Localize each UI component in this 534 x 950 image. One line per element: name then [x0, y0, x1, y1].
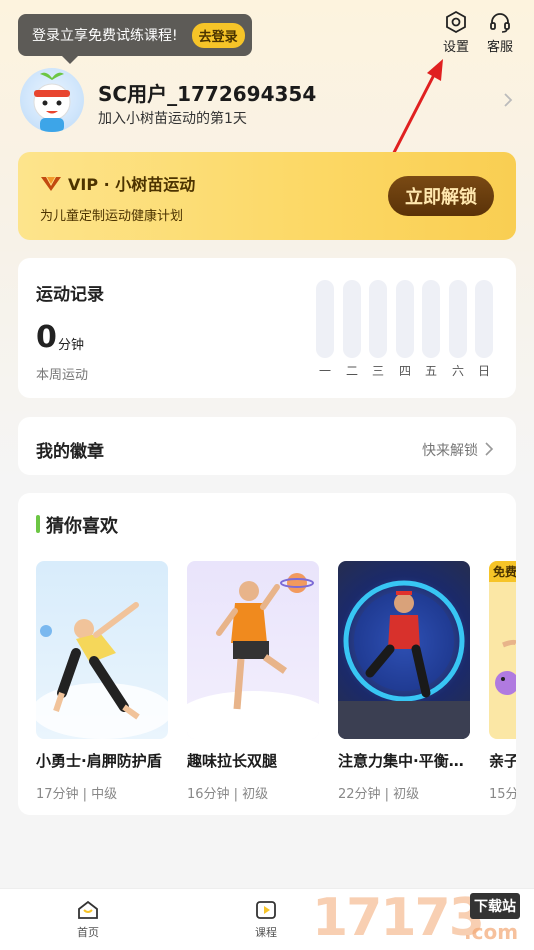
service-label: 客服	[486, 40, 513, 55]
course-illustration-icon	[338, 580, 470, 739]
watermark-digits: 17173	[312, 888, 485, 948]
day-bar	[475, 280, 493, 358]
go-login-button[interactable]: 去登录	[191, 22, 245, 48]
settings-button[interactable]: 设置	[434, 10, 478, 55]
course-meta: 22分钟 | 初级	[338, 787, 420, 802]
nav-course[interactable]: 课程	[236, 898, 296, 940]
course-illustration-icon	[187, 573, 319, 739]
day-bar	[449, 280, 467, 358]
course-illustration-icon	[36, 602, 168, 739]
record-subtitle: 本周运动	[36, 368, 89, 383]
badges-title: 我的徽章	[36, 442, 104, 462]
day-label: 一	[318, 364, 331, 378]
nav-course-label: 课程	[255, 926, 277, 939]
avatar-mascot-icon	[33, 72, 71, 132]
watermark-site: 下载站	[470, 893, 520, 919]
watermark-domain: .com	[464, 920, 519, 944]
free-tag: 免费	[489, 561, 516, 582]
badges-unlock-link[interactable]: 快来解锁	[422, 440, 478, 460]
course-name[interactable]: 小勇士·肩胛防护盾	[36, 750, 176, 771]
play-icon	[256, 901, 276, 919]
course-name[interactable]: 趣味拉长双腿	[187, 750, 327, 771]
section-accent-bar	[36, 515, 40, 533]
join-days: 加入小树苗运动的第1天	[98, 111, 247, 127]
record-unit: 分钟	[58, 338, 85, 353]
day-bar	[343, 280, 361, 358]
record-title: 运动记录	[36, 285, 104, 305]
course-meta: 16分钟 | 初级	[187, 787, 269, 802]
record-minutes: 0	[36, 320, 57, 355]
vip-title-text: VIP · 小树苗运动	[68, 175, 196, 194]
headset-icon	[490, 13, 510, 33]
username: SC用户_1772694354	[98, 82, 317, 106]
unlock-button[interactable]: 立即解锁	[388, 176, 494, 216]
profile-chevron-right-icon[interactable]	[502, 92, 514, 108]
day-label: 四	[398, 364, 411, 378]
day-bar	[422, 280, 440, 358]
day-bar	[316, 280, 334, 358]
day-label: 六	[451, 364, 464, 378]
avatar[interactable]	[20, 68, 84, 132]
course-meta: 17分钟 | 中级	[36, 787, 118, 802]
badges-chevron-right-icon[interactable]	[484, 441, 494, 457]
home-icon	[78, 900, 98, 919]
day-bar	[369, 280, 387, 358]
day-bar	[396, 280, 414, 358]
service-button[interactable]: 客服	[478, 10, 522, 55]
day-label: 日	[477, 364, 490, 378]
vip-subtitle: 为儿童定制运动健康计划	[40, 209, 184, 224]
day-label: 五	[424, 364, 437, 378]
course-illustration-icon	[495, 639, 516, 695]
course-meta: 15分	[489, 787, 516, 802]
recommend-title: 猜你喜欢	[46, 516, 118, 537]
vip-crown-icon	[41, 177, 61, 191]
day-label: 三	[371, 364, 384, 378]
course-name[interactable]: 亲子	[489, 750, 516, 771]
settings-label: 设置	[442, 40, 469, 55]
vip-title: VIP · 小树苗运动	[40, 171, 195, 195]
nav-home-label: 首页	[77, 926, 99, 939]
badges-link-text: 快来解锁	[422, 443, 478, 459]
course-thumbnail[interactable]	[36, 561, 168, 739]
day-label: 二	[345, 364, 358, 378]
course-thumbnail[interactable]	[338, 561, 470, 739]
login-tooltip[interactable]: 登录立享免费试练课程! 去登录	[18, 14, 252, 64]
course-thumbnail[interactable]	[187, 561, 319, 739]
course-thumbnail[interactable]: 免费	[489, 561, 516, 739]
nav-home[interactable]: 首页	[58, 898, 118, 940]
course-name[interactable]: 注意力集中·平衡…	[338, 750, 474, 771]
login-tooltip-text: 登录立享免费试练课程!	[32, 28, 178, 44]
exercise-record-card[interactable]	[18, 258, 516, 398]
settings-icon	[446, 10, 466, 34]
